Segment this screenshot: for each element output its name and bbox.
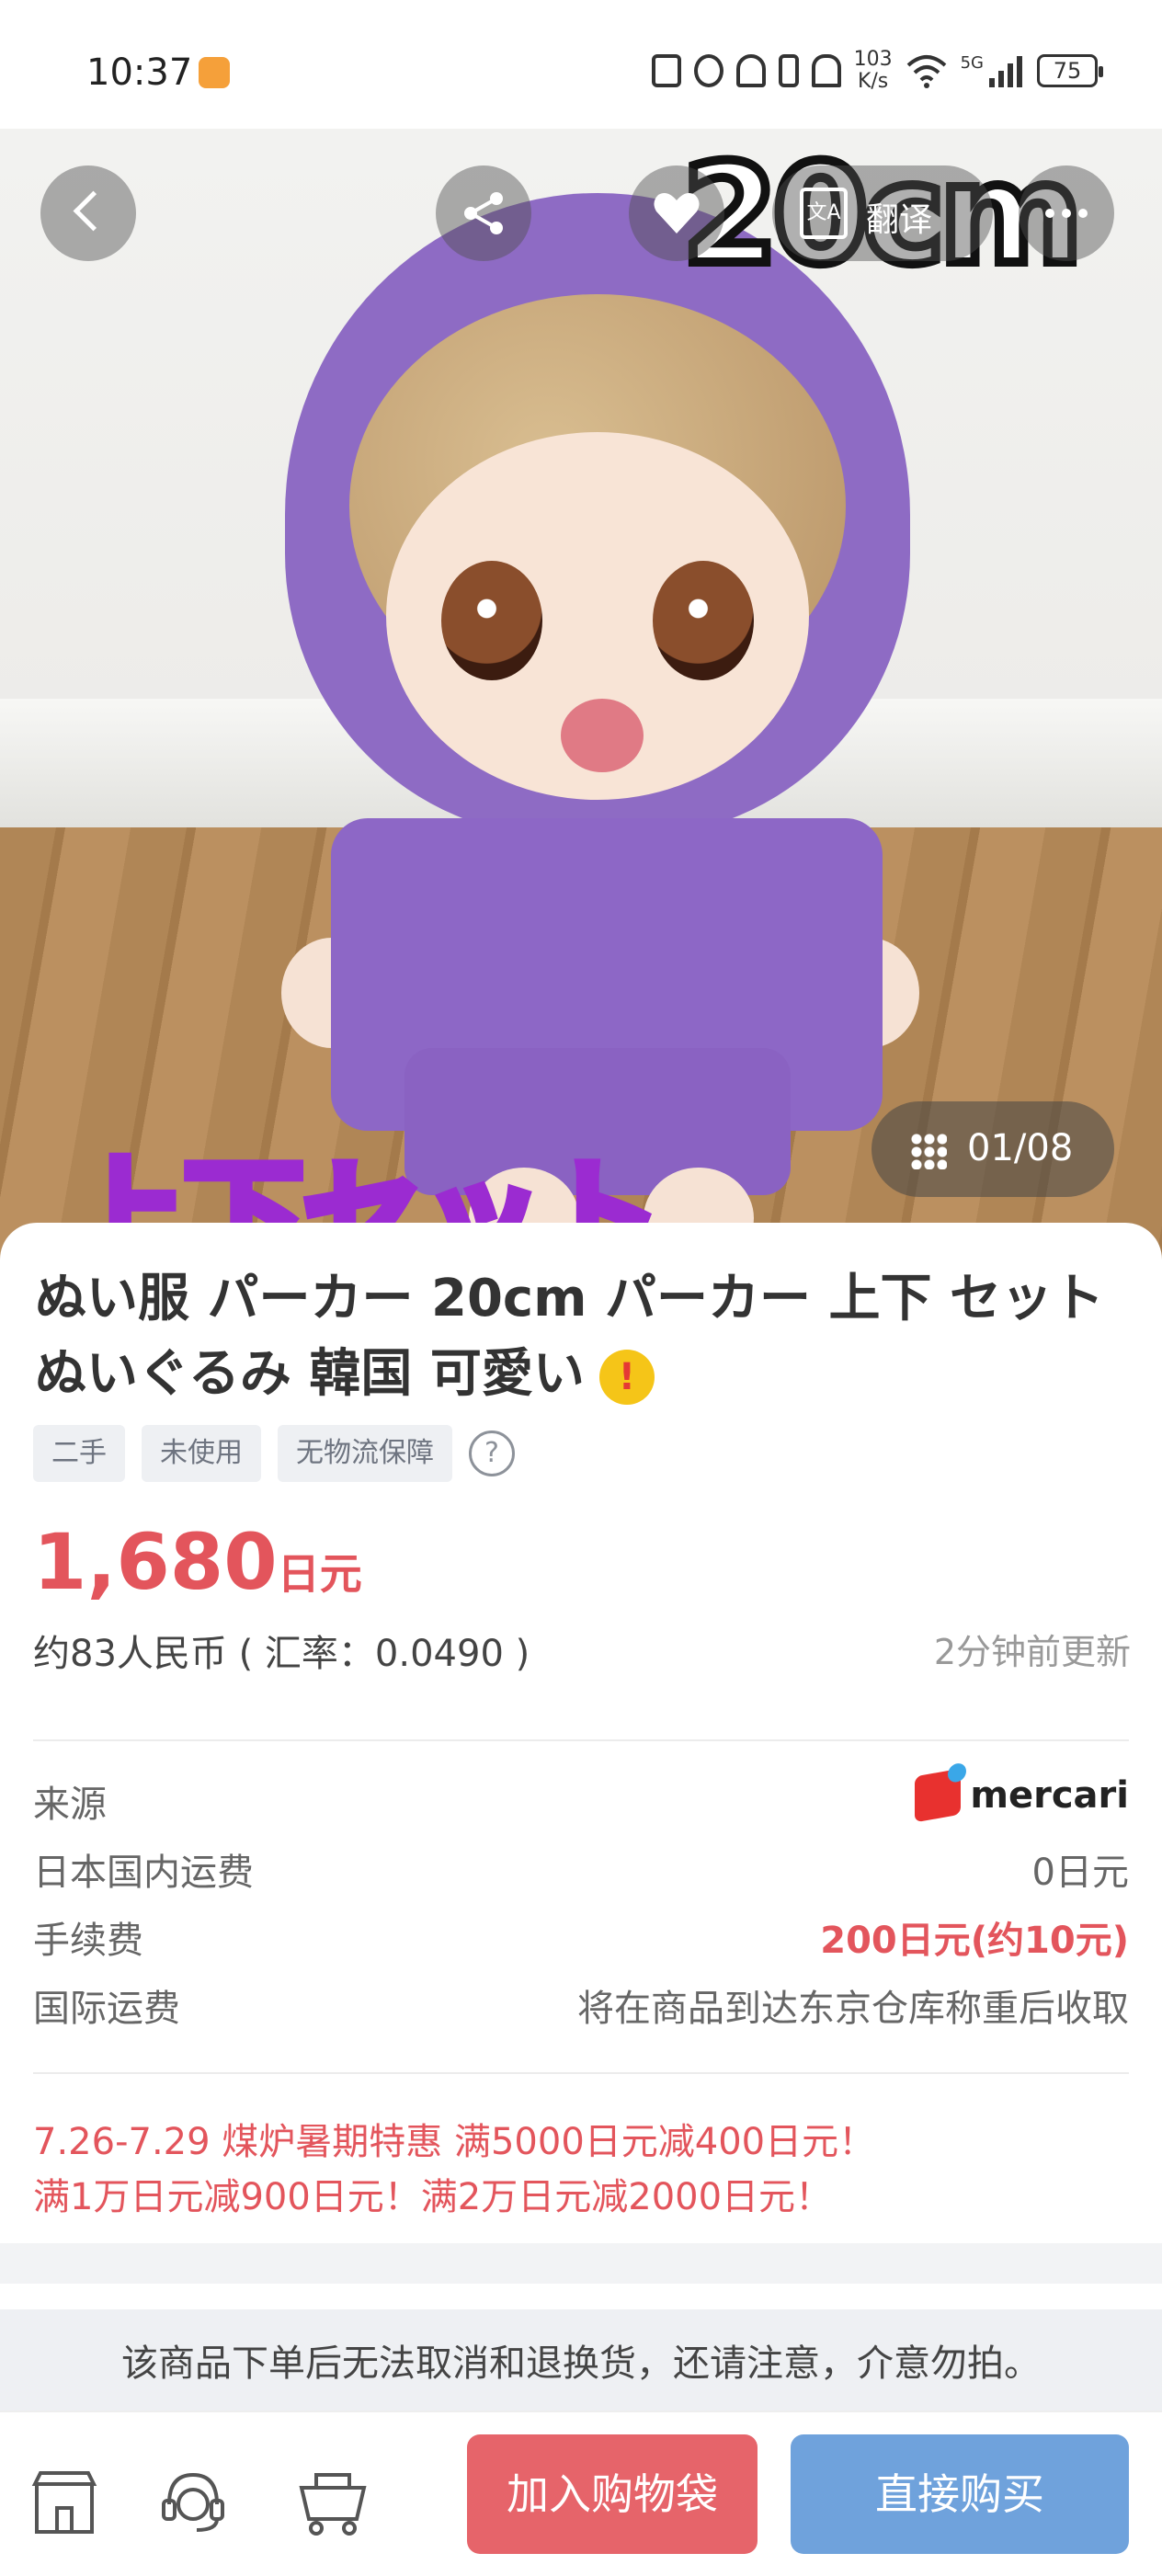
tag-list: 二手 未使用 无物流保障 ?	[33, 1425, 515, 1482]
fee-row: 手续费 200日元(约10元)	[33, 1910, 1129, 1966]
buy-now-button[interactable]: 直接购买	[791, 2434, 1129, 2554]
intl-shipping-value: 将在商品到达东京仓库称重后收取	[577, 1988, 1129, 2030]
status-icons: 103 K/s 5G 75	[651, 48, 1103, 94]
cart-icon[interactable]	[296, 2466, 370, 2539]
fee-label: 手续费	[33, 1920, 143, 1962]
doll-eye-left	[441, 561, 542, 680]
status-bar: 10:37 103 K/s 5G 75	[0, 0, 1162, 129]
doll-eye-right	[653, 561, 754, 680]
shop-icon[interactable]	[28, 2466, 101, 2539]
divider	[33, 1739, 1129, 1741]
divider	[33, 2072, 1129, 2074]
alarm-icon	[693, 54, 723, 87]
tag-unused: 未使用	[142, 1425, 261, 1482]
rmb-conversion: 约83人民币 ( 汇率：0.0490 )	[33, 1633, 530, 1675]
mercari-logo[interactable]: mercari	[915, 1768, 1129, 1823]
promo-banner[interactable]: 7.26-7.29 煤炉暑期特惠 满5000日元减400日元！ 满1万日元减90…	[33, 2114, 1129, 2225]
more-icon	[1045, 209, 1088, 218]
network-type: 5G	[960, 52, 984, 73]
network-speed: 103 K/s	[853, 48, 893, 93]
mute-bell-icon	[811, 54, 841, 87]
nfc-icon	[651, 54, 681, 87]
add-to-bag-button[interactable]: 加入购物袋	[467, 2434, 758, 2554]
promo-line-2: 满1万日元减900日元！满2万日元减2000日元！	[33, 2176, 833, 2218]
signal-icon	[989, 56, 1022, 87]
domestic-shipping-value: 0日元	[1031, 1852, 1129, 1894]
section-gap	[0, 2243, 1162, 2284]
share-icon	[464, 192, 503, 234]
translate-button[interactable]: 文A 翻译	[772, 165, 993, 261]
translate-label: 翻译	[866, 201, 933, 239]
status-time: 10:37	[86, 51, 193, 94]
heart-icon	[654, 193, 700, 234]
product-info-card: ぬい服 パーカー 20cm パーカー 上下 セット ぬいぐるみ 韓国 可愛い! …	[0, 1223, 1162, 2243]
tag-secondhand: 二手	[33, 1425, 125, 1482]
help-icon[interactable]: ?	[469, 1430, 515, 1476]
no-return-notice: 该商品下单后无法取消和退换货，还请注意，介意勿拍。	[0, 2309, 1162, 2411]
source-label: 来源	[33, 1784, 107, 1826]
price: 1,680日元	[33, 1517, 362, 1607]
doll-mouth	[561, 699, 644, 772]
source-row: 来源 mercari	[33, 1768, 1129, 1829]
promo-line-1: 7.26-7.29 煤炉暑期特惠 满5000日元减400日元！	[33, 2121, 876, 2163]
mercari-wordmark: mercari	[970, 1774, 1129, 1817]
wifi-icon	[906, 55, 946, 88]
headphones-icon	[735, 54, 766, 87]
battery-icon: 75	[1037, 54, 1103, 87]
tag-no-logistics-guarantee: 无物流保障	[278, 1425, 452, 1482]
price-number: 1,680	[33, 1517, 278, 1607]
battery-device-icon	[778, 54, 799, 87]
back-button[interactable]	[40, 165, 136, 261]
grid-icon	[910, 1133, 947, 1169]
bottom-action-bar: 加入购物袋 直接购买	[0, 2411, 1162, 2576]
translate-icon: 文A	[800, 188, 848, 239]
intl-shipping-label: 国际运费	[33, 1988, 180, 2030]
customer-service-icon[interactable]	[156, 2466, 230, 2539]
updated-time: 2分钟前更新	[933, 1632, 1131, 1672]
fee-value: 200日元(约10元)	[820, 1920, 1129, 1962]
more-button[interactable]	[1019, 165, 1114, 261]
share-button[interactable]	[436, 165, 531, 261]
product-photo[interactable]: 20cm 上下セット	[0, 129, 1162, 1260]
mercari-cube-icon	[915, 1768, 962, 1823]
image-counter-text: 01/08	[967, 1127, 1074, 1169]
intl-shipping-row: 国际运费 将在商品到达东京仓库称重后收取	[33, 1978, 1129, 2034]
image-counter[interactable]: 01/08	[872, 1101, 1114, 1197]
product-title: ぬい服 パーカー 20cm パーカー 上下 セット ぬいぐるみ 韓国 可愛い!	[35, 1269, 1104, 1405]
domestic-shipping-row: 日本国内运费 0日元	[33, 1842, 1129, 1898]
domestic-shipping-label: 日本国内运费	[33, 1852, 254, 1894]
favorite-button[interactable]	[629, 165, 724, 261]
price-unit: 日元	[277, 1549, 362, 1599]
app-notification-icon	[199, 57, 230, 88]
warning-icon[interactable]: !	[598, 1349, 655, 1405]
